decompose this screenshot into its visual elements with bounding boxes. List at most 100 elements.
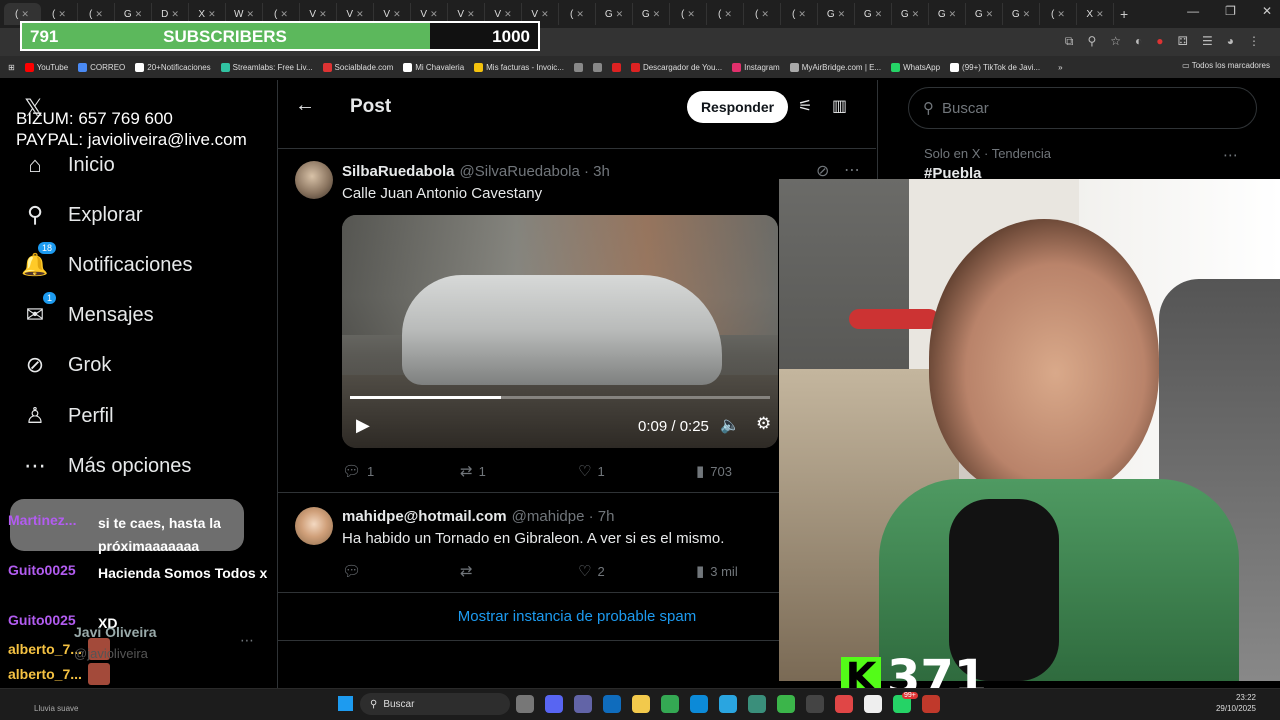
bookmark-item[interactable]: Socialblade.com: [322, 62, 393, 72]
extensions-puzzle-icon[interactable]: ⚃: [1178, 34, 1188, 49]
account-more-icon[interactable]: ⋯: [240, 632, 254, 649]
views-action[interactable]: ▮ 703: [696, 462, 776, 480]
discord-icon[interactable]: [545, 695, 563, 713]
tab-close-icon[interactable]: ✕: [21, 9, 29, 20]
bookmark-item[interactable]: [573, 62, 583, 72]
bookmark-item[interactable]: YouTube: [24, 62, 68, 72]
steam-icon[interactable]: [864, 695, 882, 713]
extension-icon[interactable]: ◐: [1135, 34, 1142, 49]
browser-tab[interactable]: (✕: [744, 3, 781, 25]
menu-icon[interactable]: ☰: [1202, 34, 1213, 49]
repost-action[interactable]: ⇄: [460, 562, 578, 580]
tab-close-icon[interactable]: ✕: [949, 9, 957, 20]
telegram-icon[interactable]: [719, 695, 737, 713]
browser-icon[interactable]: [748, 695, 766, 713]
browser-tab[interactable]: (✕: [707, 3, 744, 25]
camtasia-icon[interactable]: [777, 695, 795, 713]
bookmark-item[interactable]: Descargador de You...: [630, 62, 722, 72]
browser-tab[interactable]: G ✕: [929, 3, 966, 25]
minimize-button[interactable]: —: [1187, 4, 1199, 18]
back-arrow-icon[interactable]: ←: [295, 94, 315, 117]
bookmark-item[interactable]: Instagram: [732, 62, 780, 72]
browser-tab[interactable]: (✕: [1040, 3, 1077, 25]
tab-close-icon[interactable]: ✕: [912, 9, 920, 20]
outlook-icon[interactable]: [603, 695, 621, 713]
grok-icon[interactable]: ⊘: [816, 161, 829, 181]
tab-close-icon[interactable]: ✕: [653, 9, 661, 20]
record-icon[interactable]: ●: [1156, 34, 1163, 49]
video-player[interactable]: ▶ 0:09 / 0:25 🔈 ⚙: [342, 215, 778, 448]
tweet-author-name[interactable]: SilbaRuedabola: [342, 163, 455, 180]
tweet-author-handle[interactable]: @mahidpe · 7h: [512, 508, 615, 525]
tab-close-icon[interactable]: ✕: [761, 9, 769, 20]
profile-avatar-icon[interactable]: ◕: [1227, 34, 1234, 49]
tab-close-icon[interactable]: ✕: [356, 9, 364, 20]
volume-icon[interactable]: 🔈: [720, 415, 740, 435]
maximize-button[interactable]: ❐: [1225, 4, 1236, 18]
avatar[interactable]: [295, 161, 333, 199]
tab-close-icon[interactable]: ✕: [208, 9, 216, 20]
bookmark-item[interactable]: [592, 62, 602, 72]
edge-icon[interactable]: [690, 695, 708, 713]
tab-close-icon[interactable]: ✕: [504, 9, 512, 20]
explorer-icon[interactable]: [632, 695, 650, 713]
tab-close-icon[interactable]: ✕: [1096, 9, 1104, 20]
all-bookmarks-folder[interactable]: ▭ Todos los marcadores: [1182, 61, 1270, 70]
taskbar-search[interactable]: ⚲ Buscar: [360, 693, 510, 715]
bookmark-item[interactable]: (99+) TikTok de Javi...: [950, 62, 1040, 72]
zoom-icon[interactable]: ⚲: [1087, 34, 1096, 49]
play-icon[interactable]: ▶: [356, 415, 370, 436]
repost-action[interactable]: ⇄ 1: [460, 462, 578, 480]
nav-item-notificaciones[interactable]: 🔔 18 Notificaciones: [21, 242, 193, 278]
bookmark-item[interactable]: [611, 62, 621, 72]
browser-tab[interactable]: G ✕: [855, 3, 892, 25]
browser-tab[interactable]: X ✕: [1077, 3, 1114, 25]
star-icon[interactable]: ☆: [1110, 34, 1121, 49]
taskbar-clock[interactable]: 23:22 29/10/2025: [1216, 692, 1256, 714]
browser-tab[interactable]: G ✕: [633, 3, 670, 25]
bookmark-item[interactable]: Streamlabs: Free Liv...: [220, 62, 313, 72]
tab-close-icon[interactable]: ✕: [798, 9, 806, 20]
tab-close-icon[interactable]: ✕: [319, 9, 327, 20]
avatar[interactable]: [295, 507, 333, 545]
tab-close-icon[interactable]: ✕: [616, 9, 624, 20]
nav-item-inicio[interactable]: ⌂ Inicio: [22, 152, 114, 178]
tab-close-icon[interactable]: ✕: [280, 9, 288, 20]
task-view-icon[interactable]: [516, 695, 534, 713]
tab-close-icon[interactable]: ✕: [393, 9, 401, 20]
reply-action[interactable]: 💬︎: [342, 562, 460, 580]
snip-icon[interactable]: [922, 695, 940, 713]
tab-close-icon[interactable]: ✕: [135, 9, 143, 20]
obs-icon[interactable]: [806, 695, 824, 713]
bookmark-item[interactable]: 20+Notificaciones: [135, 62, 211, 72]
browser-tab[interactable]: (✕: [559, 3, 596, 25]
views-action[interactable]: ▮ 3 mil: [696, 562, 776, 580]
tweet-author-handle[interactable]: @SilvaRuedabola · 3h: [460, 163, 610, 180]
gear-icon[interactable]: ⚙: [756, 414, 771, 434]
tab-close-icon[interactable]: ✕: [430, 9, 438, 20]
tab-close-icon[interactable]: ✕: [246, 9, 254, 20]
tweet-author-name[interactable]: mahidpe@hotmail.com: [342, 508, 507, 525]
windows-start-icon[interactable]: [338, 696, 353, 711]
bookmark-item[interactable]: WhatsApp: [891, 62, 940, 72]
trend-more-icon[interactable]: ⋯: [1223, 146, 1238, 164]
tab-close-icon[interactable]: ✕: [576, 9, 584, 20]
reply-button[interactable]: Responder: [687, 91, 788, 123]
teams-icon[interactable]: [574, 695, 592, 713]
browser-tab[interactable]: G ✕: [966, 3, 1003, 25]
search-input[interactable]: ⚲ Buscar: [908, 87, 1257, 129]
tab-close-icon[interactable]: ✕: [838, 9, 846, 20]
like-action[interactable]: ♡ 2: [578, 562, 696, 580]
bookmark-item[interactable]: Mis facturas - Invoic...: [474, 62, 564, 72]
bookmarks-more-icon[interactable]: »: [1058, 63, 1062, 72]
tab-close-icon[interactable]: ✕: [171, 9, 179, 20]
tab-close-icon[interactable]: ✕: [687, 9, 695, 20]
bookmark-item[interactable]: MyAirBridge.com | E...: [789, 62, 881, 72]
tab-close-icon[interactable]: ✕: [541, 9, 549, 20]
browser-tab[interactable]: G ✕: [596, 3, 633, 25]
browser-menu-icon[interactable]: ⋮: [1248, 34, 1260, 49]
tab-close-icon[interactable]: ✕: [95, 9, 103, 20]
apps-grid-icon[interactable]: ⊞: [8, 63, 15, 72]
chrome-icon[interactable]: [661, 695, 679, 713]
browser-tab[interactable]: G ✕: [818, 3, 855, 25]
